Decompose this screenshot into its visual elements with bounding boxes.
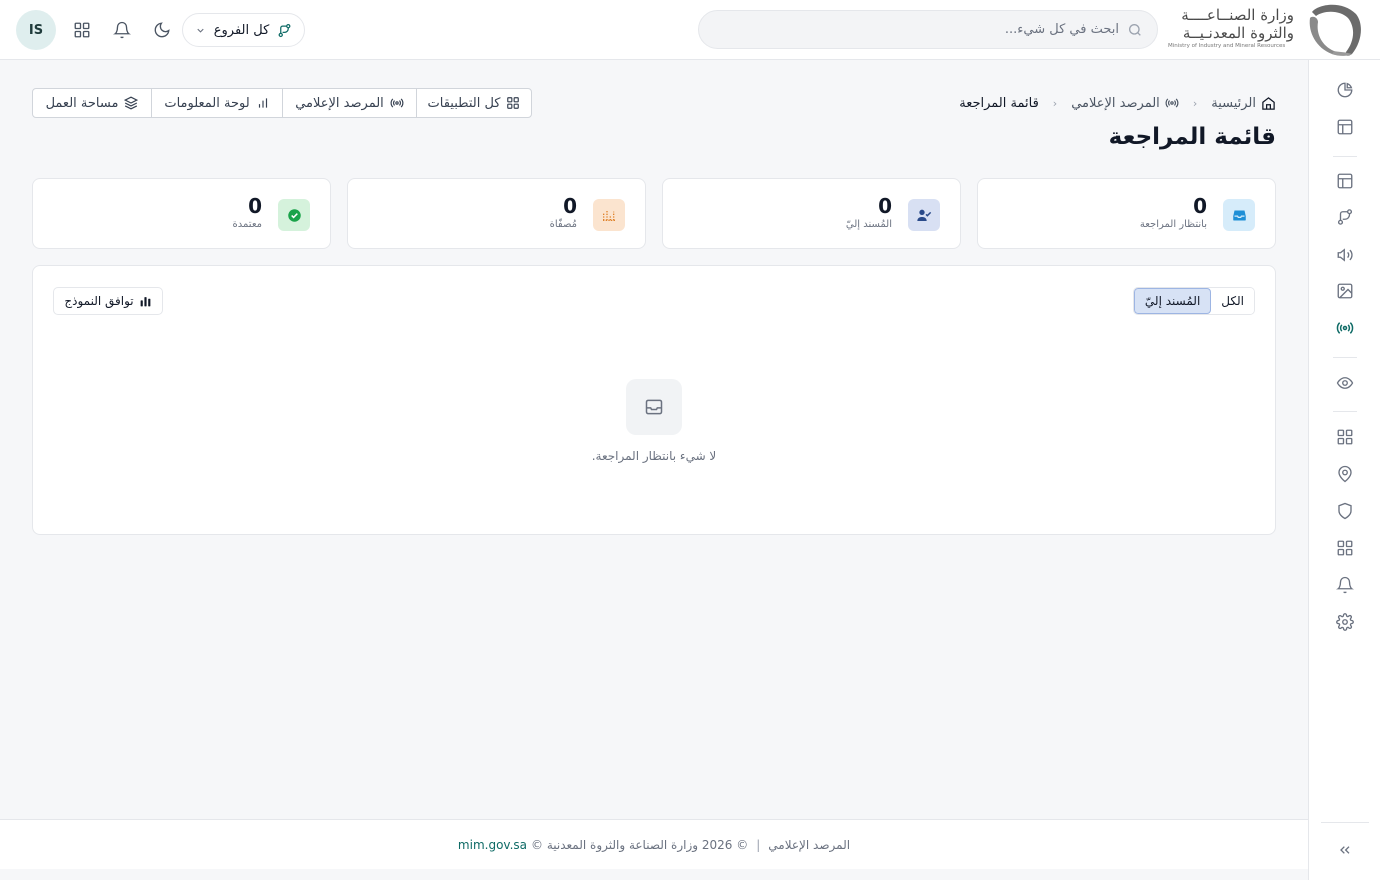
tab-all[interactable]: الكل	[1211, 288, 1254, 314]
breadcrumb-section-label: المرصد الإعلامي	[1071, 95, 1160, 111]
app-media-monitor-button[interactable]: المرصد الإعلامي	[282, 89, 416, 117]
branch-select[interactable]: كل الفروع	[182, 13, 305, 47]
inbox-icon	[626, 379, 682, 435]
model-compat-button[interactable]: توافق النموذج	[53, 287, 163, 315]
chevron-down-icon	[195, 25, 206, 36]
stat-value: 0	[878, 194, 892, 218]
logo-line-2: والثروة المعدنـيــة	[1182, 24, 1294, 42]
git-branch-icon[interactable]	[1335, 207, 1355, 227]
ministry-logo-icon	[1306, 2, 1366, 58]
stat-label: بانتظار المراجعة	[1139, 219, 1207, 230]
footer-copyright: © 2026 وزارة الصناعة والثروة المعدنية ©	[531, 837, 749, 852]
breadcrumb-home[interactable]: الرئيسية	[1211, 96, 1276, 111]
search-icon	[1127, 22, 1143, 38]
app-all-apps-button[interactable]: كل التطبيقات	[416, 89, 531, 117]
git-branch-icon	[277, 23, 292, 38]
app-workspace-button[interactable]: مساحة العمل	[33, 89, 151, 117]
grid-icon	[506, 96, 520, 110]
check-circle-icon	[278, 199, 310, 231]
grid-icon[interactable]	[1335, 427, 1355, 447]
user-check-icon	[908, 199, 940, 231]
image-icon[interactable]	[1335, 281, 1355, 301]
shield-icon[interactable]	[1335, 501, 1355, 521]
pie-chart-icon[interactable]	[1335, 80, 1355, 100]
eye-icon[interactable]	[1335, 373, 1355, 393]
sidebar-nav	[1308, 60, 1380, 880]
avatar-initials: IS	[28, 22, 44, 38]
app-switcher: كل التطبيقات المرصد الإعلامي لوحة المعلو…	[32, 88, 532, 118]
search-input[interactable]	[713, 22, 1119, 37]
apps-grid-icon[interactable]	[70, 18, 94, 42]
bell-icon[interactable]	[1335, 575, 1355, 595]
stat-card-filtered: 0 مُصفّاة	[347, 178, 646, 249]
stat-card-pending: 0 بانتظار المراجعة	[977, 178, 1276, 249]
moon-icon[interactable]	[150, 18, 174, 42]
breadcrumb-section[interactable]: المرصد الإعلامي	[1071, 96, 1179, 111]
logo-line-3: Ministry of Industry and Mineral Resourc…	[1168, 43, 1286, 49]
breadcrumb-home-label: الرئيسية	[1211, 95, 1256, 111]
breadcrumb: الرئيسية ‹ المرصد الإعلامي ‹ قائمة المرا…	[959, 93, 1276, 113]
map-pin-icon[interactable]	[1335, 464, 1355, 484]
footer-separator: |	[756, 837, 761, 852]
stat-value: 0	[563, 194, 577, 218]
sidebar-divider	[1333, 411, 1357, 412]
app-all-apps-label: كل التطبيقات	[427, 95, 501, 111]
footer-site-link[interactable]: mim.gov.sa	[458, 838, 527, 852]
inbox-icon	[1223, 199, 1255, 231]
model-compat-label: توافق النموذج	[64, 294, 134, 308]
bell-icon[interactable]	[110, 18, 134, 42]
tab-assigned-to-me[interactable]: المُسند إليّ	[1133, 288, 1212, 314]
review-list-panel: الكل المُسند إليّ توافق النموذج لا شيء ب…	[32, 265, 1276, 535]
global-search[interactable]	[698, 10, 1158, 49]
review-filter-tabs: الكل المُسند إليّ	[1132, 287, 1255, 315]
bar-chart-icon	[139, 295, 152, 308]
radio-broadcast-icon	[1165, 96, 1179, 110]
breadcrumb-current: قائمة المراجعة	[959, 96, 1039, 111]
megaphone-icon[interactable]	[1335, 245, 1355, 265]
page-title: قائمة المراجعة	[1108, 124, 1276, 150]
stat-label: المُسند إليّ	[845, 219, 892, 230]
home-icon	[1261, 96, 1276, 111]
filter-icon	[593, 199, 625, 231]
logo-line-1: وزارة الصنــاعــــة	[1181, 6, 1294, 24]
settings-gear-icon[interactable]	[1335, 612, 1355, 632]
sidebar-divider	[1321, 822, 1369, 823]
stat-label: معتمدة	[232, 219, 262, 230]
app-workspace-label: مساحة العمل	[45, 95, 119, 111]
grid-icon[interactable]	[1335, 538, 1355, 558]
chevron-left-icon: ‹	[1052, 96, 1058, 110]
user-avatar[interactable]: IS	[16, 10, 56, 50]
stat-label: مُصفّاة	[549, 219, 577, 230]
ministry-logo-text: وزارة الصنــاعــــة والثروة المعدنـيــة …	[1168, 6, 1294, 54]
app-media-monitor-label: المرصد الإعلامي	[295, 95, 384, 111]
app-dashboard-button[interactable]: لوحة المعلومات	[151, 89, 282, 117]
chevrons-left-icon[interactable]	[1335, 840, 1355, 860]
stat-value: 0	[1193, 194, 1207, 218]
breadcrumb-current-label: قائمة المراجعة	[959, 95, 1039, 111]
app-dashboard-label: لوحة المعلومات	[164, 95, 250, 111]
chevron-left-icon: ‹	[1192, 96, 1198, 110]
footer: المرصد الإعلامي | © 2026 وزارة الصناعة و…	[0, 819, 1308, 869]
layers-icon	[124, 96, 139, 110]
radio-broadcast-icon	[390, 96, 404, 110]
layout-icon[interactable]	[1335, 171, 1355, 191]
footer-app-name: المرصد الإعلامي	[768, 837, 851, 852]
stat-value: 0	[248, 194, 262, 218]
layout-icon[interactable]	[1335, 117, 1355, 137]
stat-card-approved: 0 معتمدة	[32, 178, 331, 249]
radio-broadcast-icon[interactable]	[1335, 318, 1355, 338]
sidebar-divider	[1333, 156, 1357, 157]
empty-state-message: لا شيء بانتظار المراجعة.	[591, 449, 717, 463]
top-header: IS كل الفروع وزارة الصنــاعــــة والثروة…	[0, 0, 1380, 60]
bar-chart-icon	[256, 96, 270, 110]
stat-card-assigned: 0 المُسند إليّ	[662, 178, 961, 249]
branch-select-label: كل الفروع	[213, 22, 270, 38]
sidebar-divider	[1333, 357, 1357, 358]
